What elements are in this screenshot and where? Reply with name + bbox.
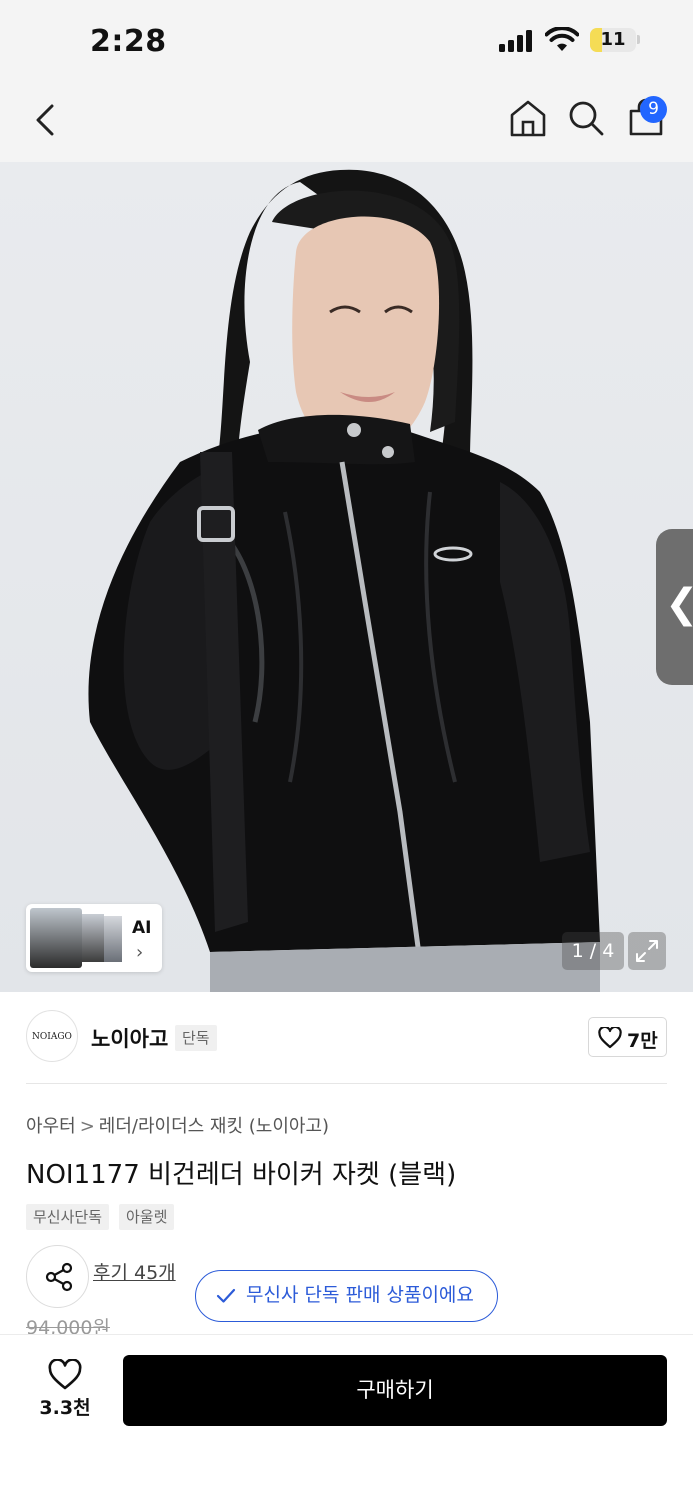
share-icon (45, 1262, 73, 1292)
heart-icon (48, 1359, 82, 1390)
search-icon[interactable] (566, 98, 606, 138)
product-title: NOI1177 비건레더 바이커 자켓 (블랙) (26, 1160, 457, 1190)
breadcrumb: 아우터 > 레더/라이더스 재킷 (노이아고) (26, 1112, 329, 1138)
thumbnail-image (104, 916, 122, 962)
divider (26, 1083, 667, 1084)
product-tag: 무신사단독 (26, 1204, 110, 1230)
wifi-icon (545, 27, 579, 51)
breadcrumb-category[interactable]: 아우터 (26, 1116, 76, 1137)
brand-name[interactable]: 노이아고 (91, 1023, 168, 1053)
thumbnail-image (30, 908, 82, 968)
top-nav: 9 (0, 82, 693, 162)
breadcrumb-subcategory[interactable]: 레더/라이더스 재킷 (노이아고) (99, 1116, 329, 1137)
brand-like-button[interactable]: 7만 (588, 1017, 667, 1057)
product-tag: 아울렛 (119, 1204, 175, 1230)
product-image-gallery[interactable]: AI › 1 / 4 ❮ (0, 162, 693, 992)
ai-label: AI (132, 918, 152, 938)
buy-button[interactable]: 구매하기 (123, 1355, 667, 1426)
cart-count-badge: 9 (640, 96, 667, 123)
share-button[interactable] (26, 1245, 89, 1308)
exclusive-sale-text: 무신사 단독 판매 상품이에요 (246, 1284, 474, 1306)
home-icon[interactable] (508, 98, 548, 138)
ai-similar-items-button[interactable]: AI › (26, 904, 162, 972)
thumbnail-image (82, 914, 104, 962)
cellular-signal-icon (499, 30, 535, 52)
back-icon[interactable] (30, 100, 62, 140)
fullscreen-button[interactable] (628, 932, 666, 970)
expand-icon (636, 940, 658, 962)
brand-like-count: 7만 (627, 1030, 658, 1052)
battery-indicator: 11 (590, 28, 636, 52)
favorite-count: 3.3천 (39, 1397, 91, 1419)
check-icon (216, 1288, 236, 1303)
exclusive-tag: 단독 (175, 1025, 217, 1051)
product-photo (88, 169, 600, 992)
chevron-left-icon: ❮ (665, 581, 693, 627)
status-time: 2:28 (90, 24, 167, 59)
battery-percent: 11 (600, 29, 626, 50)
image-counter: 1 / 4 (562, 932, 624, 970)
heart-icon (598, 1027, 622, 1049)
battery-tip (637, 35, 640, 44)
exclusive-sale-pill: 무신사 단독 판매 상품이에요 (195, 1270, 498, 1322)
reviews-link[interactable]: 후기 45개 (93, 1258, 176, 1285)
status-bar: 2:28 11 (0, 0, 693, 82)
bottom-action-bar: 3.3천 구매하기 (0, 1334, 693, 1500)
favorite-button[interactable]: 3.3천 (30, 1355, 100, 1425)
brand-logo[interactable]: NOIAGO (26, 1010, 78, 1062)
breadcrumb-separator: > (79, 1116, 95, 1137)
chevron-right-icon: › (136, 942, 144, 963)
side-drawer-handle[interactable]: ❮ (656, 529, 693, 685)
